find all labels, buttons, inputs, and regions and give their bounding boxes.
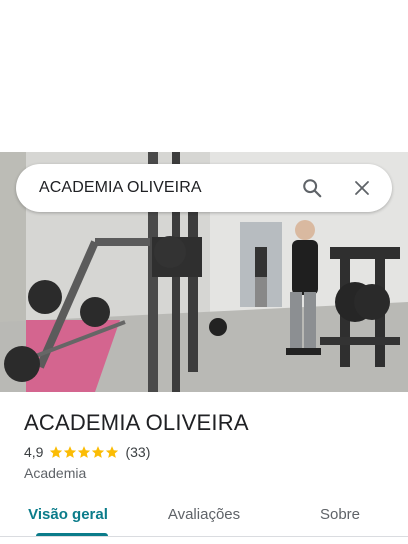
close-icon	[355, 181, 369, 195]
rating-value: 4,9	[24, 444, 44, 460]
search-icon	[303, 179, 322, 198]
map-blank-area	[0, 0, 408, 152]
star-icon	[50, 446, 63, 458]
tab-overview[interactable]: Visão geral	[0, 492, 136, 536]
search-bar[interactable]: ACADEMIA OLIVEIRA	[16, 164, 392, 212]
rating-stars	[49, 445, 119, 459]
place-title: ACADEMIA OLIVEIRA	[24, 410, 249, 435]
rating-row[interactable]: 4,9 (33)	[24, 444, 150, 460]
clear-search-button[interactable]	[340, 166, 384, 210]
tab-reviews[interactable]: Avaliações	[136, 492, 272, 536]
tabs-divider	[0, 536, 408, 537]
star-icon	[106, 446, 119, 458]
star-icon	[64, 446, 77, 458]
place-category: Academia	[24, 465, 87, 481]
search-button[interactable]	[290, 166, 334, 210]
star-icon	[78, 446, 91, 458]
search-query-text[interactable]: ACADEMIA OLIVEIRA	[39, 179, 290, 197]
star-icon	[92, 446, 105, 458]
review-count[interactable]: (33)	[125, 444, 150, 460]
tab-about[interactable]: Sobre	[272, 492, 408, 536]
